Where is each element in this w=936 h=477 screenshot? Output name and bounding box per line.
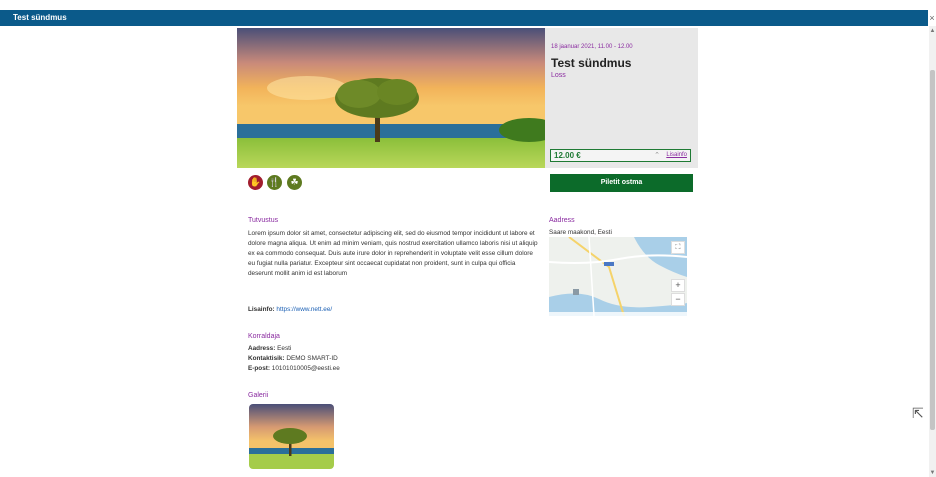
map-fullscreen-button[interactable]: ⛶ [671,241,685,254]
extra-info-label: Lisainfo: [248,306,275,313]
leaf-icon: ☘ [287,175,302,190]
organizer-email-value[interactable]: 10101010005@eesti.ee [272,365,340,372]
organizer-email: E-post: 10101010005@eesti.ee [248,365,340,372]
address-text: Saare maakond, Eesti [549,229,612,236]
event-info-panel: 18 jaanuar 2021, 11.00 - 12.00 Test sünd… [545,28,698,168]
extra-info-link[interactable]: https://www.nett.ee/ [276,306,332,313]
organizer-heading: Korraldaja [248,333,280,340]
organizer-contact-value: DEMO SMART-ID [286,355,338,362]
organizer-contact: Kontaktisik: DEMO SMART-ID [248,355,338,362]
window-titlebar: Test sündmus [0,10,928,26]
organizer-email-label: E-post: [248,365,271,372]
scroll-up-icon[interactable]: ▲ [929,27,936,35]
event-title: Test sündmus [551,56,632,70]
organizer-address: Aadress: Eesti [248,345,291,352]
organizer-address-value: Eesti [277,345,292,352]
extra-info: Lisainfo: https://www.nett.ee/ [248,306,332,313]
address-heading: Aadress [549,217,575,224]
event-date: 18 jaanuar 2021, 11.00 - 12.00 [551,44,633,50]
map-zoom-in-button[interactable]: + [671,279,685,292]
organizer-address-label: Aadress: [248,345,276,352]
description-text: Lorem ipsum dolor sit amet, consectetur … [248,230,538,277]
mouse-cursor-icon: ⇱ [912,405,924,421]
hand-icon: ✋ [248,175,263,190]
price-box: 12.00 € ⌃ Lisainfo [550,149,691,162]
organizer-contact-label: Kontaktisik: [248,355,285,362]
event-image [237,28,545,168]
more-info-link[interactable]: Lisainfo [666,152,687,158]
map-zoom-out-button[interactable]: − [671,293,685,306]
buy-ticket-button[interactable]: Piletit ostma [550,174,693,192]
close-button[interactable]: × [928,10,936,26]
fork-knife-icon: 🍴 [267,175,282,190]
scrollbar-thumb[interactable] [930,70,935,430]
ticket-price: 12.00 € [554,151,581,160]
chevron-up-icon[interactable]: ⌃ [654,151,660,159]
gallery-image[interactable] [249,404,334,469]
gallery-heading: Galerii [248,392,269,399]
event-location[interactable]: Loss [551,72,566,79]
scroll-down-icon[interactable]: ▼ [929,469,936,477]
window-title: Test sündmus [13,13,67,22]
description-heading: Tutvustus [248,217,279,224]
location-map[interactable]: ⛶ + − [549,237,687,316]
